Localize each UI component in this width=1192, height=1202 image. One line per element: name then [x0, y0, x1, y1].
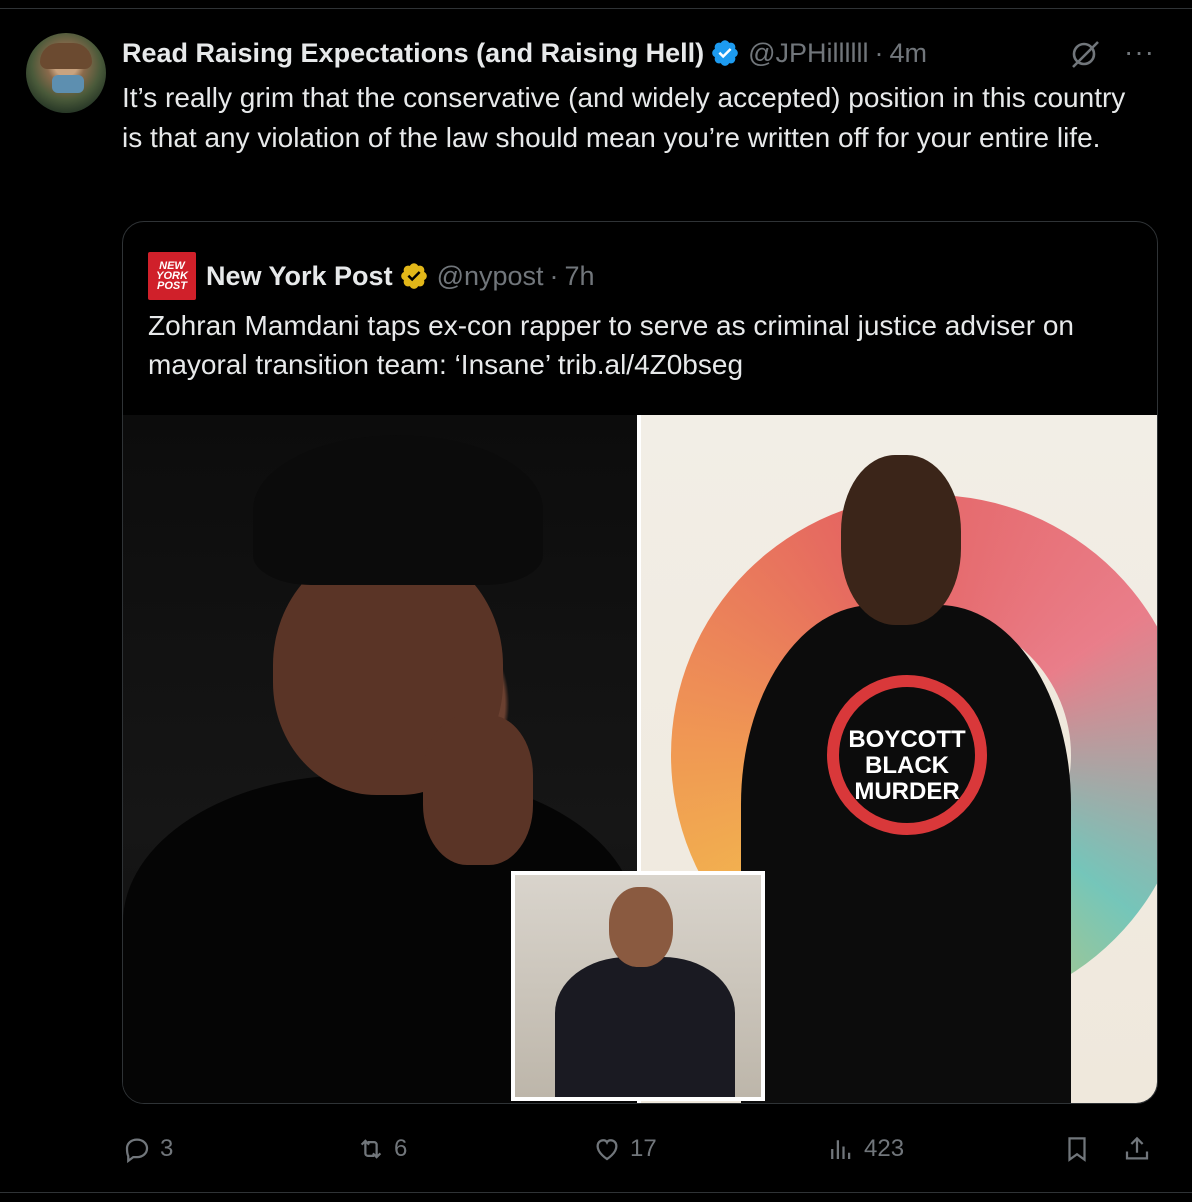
like-button[interactable]: 17: [592, 1128, 657, 1170]
nypost-logo[interactable]: NEW YORK POST: [148, 252, 196, 300]
quoted-author-handle[interactable]: @nypost: [437, 261, 544, 292]
views-count: 423: [864, 1135, 905, 1162]
quoted-media[interactable]: BOYCOTT BLACK MURDER: [123, 415, 1157, 1103]
grok-icon[interactable]: [1068, 37, 1102, 71]
quoted-time[interactable]: 7h: [565, 261, 595, 292]
like-icon: [596, 1139, 618, 1161]
bottom-divider: [0, 1192, 1192, 1193]
post-header: Read Raising Expectations (and Raising H…: [122, 36, 927, 70]
top-divider: [0, 8, 1192, 9]
share-icon: [1125, 1136, 1149, 1160]
share-button[interactable]: [1122, 1128, 1152, 1170]
reply-button[interactable]: 3: [122, 1128, 173, 1170]
bookmark-icon: [1068, 1137, 1086, 1162]
more-icon[interactable]: ···: [1124, 36, 1155, 68]
gold-verified-icon: [400, 263, 427, 289]
post-text: It’s really grim that the conservative (…: [122, 82, 1126, 153]
reply-icon: [125, 1138, 149, 1164]
repost-count: 6: [394, 1135, 408, 1162]
action-bar: 3 6 17 423: [122, 1128, 1162, 1170]
quoted-post[interactable]: NEW YORK POST New York Post @nypost · 7h…: [122, 221, 1158, 1104]
author-avatar[interactable]: [26, 33, 106, 113]
repost-button[interactable]: 6: [356, 1128, 407, 1170]
quoted-author-name[interactable]: New York Post: [206, 261, 393, 292]
separator: ·: [874, 37, 884, 68]
like-count: 17: [630, 1135, 657, 1162]
quoted-separator: ·: [549, 260, 559, 291]
post-time[interactable]: 4m: [890, 38, 928, 69]
photo-inset-politician[interactable]: [511, 871, 765, 1101]
views-button[interactable]: 423: [826, 1128, 904, 1170]
repost-icon: [360, 1139, 382, 1159]
author-name[interactable]: Read Raising Expectations (and Raising H…: [122, 38, 704, 69]
shirt-text: BOYCOTT BLACK MURDER: [848, 726, 966, 805]
bookmark-button[interactable]: [1062, 1128, 1092, 1170]
quoted-header: NEW YORK POST New York Post @nypost · 7h: [148, 252, 595, 300]
views-icon: [831, 1140, 851, 1159]
verified-badge-icon: [712, 40, 738, 66]
reply-count: 3: [160, 1135, 174, 1162]
author-handle[interactable]: @JPHillllll: [748, 38, 868, 69]
quoted-text: Zohran Mamdani taps ex-con rapper to ser…: [148, 310, 1074, 380]
